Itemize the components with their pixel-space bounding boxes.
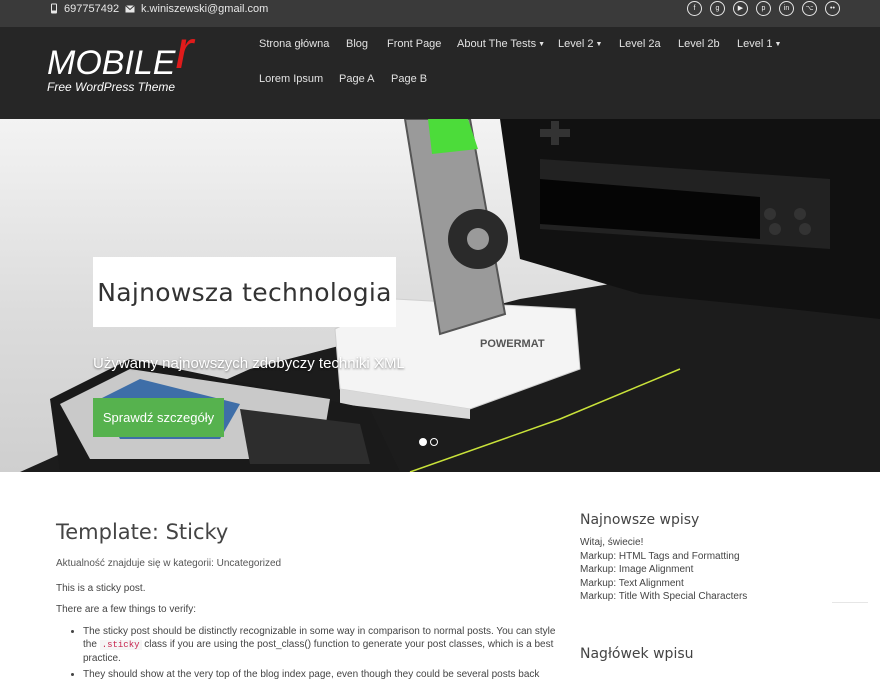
post-meta: Aktualność znajduje się w kategorii: Unc… (56, 558, 282, 569)
recent-post-link[interactable]: Witaj, świecie! (580, 536, 840, 550)
site-logo[interactable]: MOBILEr Free WordPress Theme (47, 23, 193, 94)
dock-brand-label: POWERMAT (480, 338, 545, 350)
top-bar: 697757492 k.winiszewski@gmail.com f g ▶ … (0, 0, 880, 27)
post-title[interactable]: Template: Sticky (56, 520, 556, 544)
list-item: They should show at the very top of the … (83, 668, 556, 681)
divider (832, 602, 868, 603)
youtube-icon[interactable]: ▶ (733, 1, 748, 16)
recent-post-link[interactable]: Markup: Image Alignment (580, 563, 840, 577)
hero-cta-button[interactable]: Sprawdź szczegóły (93, 398, 224, 437)
email-contact: k.winiszewski@gmail.com (125, 0, 268, 17)
slider-dot-2[interactable] (430, 438, 438, 446)
nav-item-page-b[interactable]: Page B (391, 73, 427, 85)
slider-dot-1[interactable] (419, 438, 427, 446)
github-icon[interactable]: ⌥ (802, 1, 817, 16)
recent-post-link[interactable]: Markup: HTML Tags and Formatting (580, 550, 840, 564)
logo-tagline: Free WordPress Theme (47, 80, 176, 94)
hero-slider: POWERMAT Najnowsza technologia Używamy n… (0, 119, 880, 472)
flickr-icon[interactable]: •• (825, 1, 840, 16)
post-paragraph: This is a sticky post. (56, 583, 146, 594)
caret-down-icon: ▼ (595, 40, 603, 48)
slider-pagination (419, 438, 438, 446)
caret-down-icon: ▼ (774, 40, 782, 48)
pinterest-icon[interactable]: p (756, 1, 771, 16)
sidebar: Najnowsze wpisy Witaj, świecie! Markup: … (580, 512, 840, 604)
hero-subtitle: Używamy najnowszych zdobyczy techniki XM… (93, 355, 405, 372)
phone-icon (50, 3, 58, 14)
hero-caption-box: Najnowsza technologia (93, 257, 396, 327)
phone-number: 697757492 (64, 2, 120, 15)
nav-item-level-2a[interactable]: Level 2a (619, 38, 661, 50)
hero-title: Najnowsza technologia (97, 277, 392, 307)
code-snippet: .sticky (99, 640, 142, 650)
facebook-icon[interactable]: f (687, 1, 702, 16)
nav-item-about-the-tests[interactable]: About The Tests ▼ (457, 38, 545, 50)
nav-item-front-page[interactable]: Front Page (387, 38, 441, 50)
nav-item-level-1[interactable]: Level 1 ▼ (737, 38, 781, 50)
logo-wordmark: MOBILE (47, 44, 176, 82)
recent-posts-list: Witaj, świecie! Markup: HTML Tags and Fo… (580, 536, 840, 604)
post-paragraph: There are a few things to verify: (56, 604, 197, 615)
recent-post-link[interactable]: Markup: Title With Special Characters (580, 590, 840, 604)
nav-item-lorem-ipsum[interactable]: Lorem Ipsum (259, 73, 323, 85)
social-icons: f g ▶ p in ⌥ •• (687, 0, 840, 17)
site-header: MOBILEr Free WordPress Theme Strona głów… (0, 23, 880, 119)
caret-down-icon: ▼ (538, 40, 546, 48)
nav-item-level-2[interactable]: Level 2 ▼ (558, 38, 602, 50)
linkedin-icon[interactable]: in (779, 1, 794, 16)
googleplus-icon[interactable]: g (710, 1, 725, 16)
logo-accent-letter: r (175, 20, 194, 80)
email-address[interactable]: k.winiszewski@gmail.com (141, 3, 268, 15)
nav-item-level-2b[interactable]: Level 2b (678, 38, 720, 50)
phone-contact: 697757492 (50, 0, 119, 17)
nav-item-home[interactable]: Strona główna (259, 38, 329, 50)
nav-item-blog[interactable]: Blog (346, 38, 368, 50)
nav-item-page-a[interactable]: Page A (339, 73, 374, 85)
post-article: Template: Sticky Aktualność znajduje się… (56, 520, 556, 684)
recent-posts-title: Najnowsze wpisy (580, 512, 700, 528)
post-checklist: The sticky post should be distinctly rec… (83, 625, 556, 681)
envelope-icon (125, 4, 135, 13)
recent-post-link[interactable]: Markup: Text Alignment (580, 577, 840, 591)
list-item: The sticky post should be distinctly rec… (83, 625, 556, 665)
